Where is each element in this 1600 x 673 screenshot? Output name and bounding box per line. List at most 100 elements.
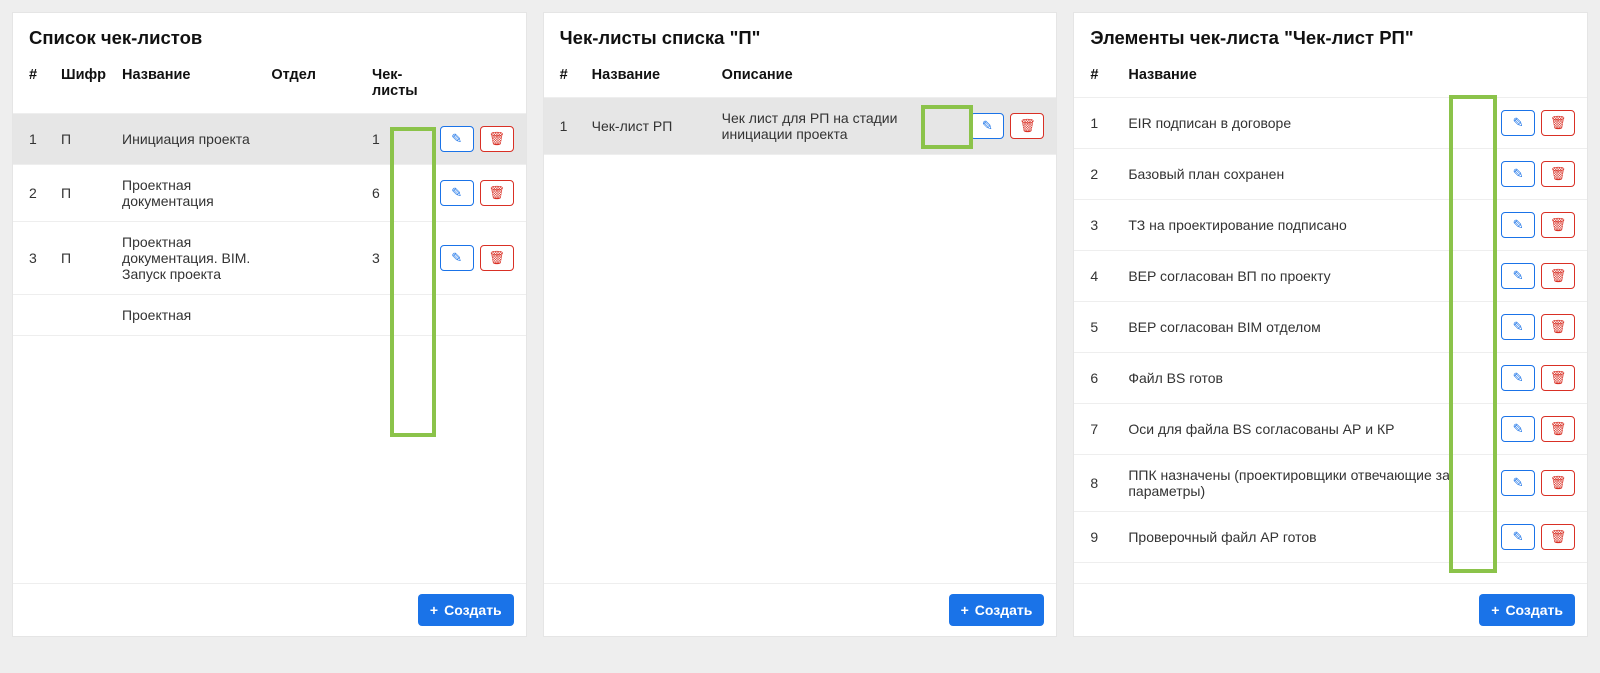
plus-icon: + [961, 602, 969, 618]
panel3-footer: + Создать [1074, 583, 1587, 636]
trash-icon: 🗑 [1019, 118, 1036, 134]
panel2-col-actions [956, 53, 1056, 98]
delete-button[interactable]: 🗑 [1541, 110, 1575, 136]
delete-button[interactable]: 🗑 [1541, 263, 1575, 289]
delete-button[interactable]: 🗑 [1541, 470, 1575, 496]
pencil-icon: ✎ [1513, 421, 1524, 437]
cell-checklists [364, 295, 426, 336]
cell-code: П [53, 114, 114, 165]
panel-checklist-groups: Список чек-листов # Шифр Название Отдел … [12, 12, 527, 637]
pencil-icon: ✎ [1513, 115, 1524, 131]
cell-name: Чек-лист РП [584, 98, 714, 155]
edit-button[interactable]: ✎ [1501, 263, 1535, 289]
panel2-col-num: # [544, 53, 584, 98]
trash-icon: 🗑 [1550, 115, 1567, 131]
edit-button[interactable]: ✎ [1501, 524, 1535, 550]
cell-dept [263, 222, 364, 295]
cell-num: 2 [1074, 149, 1120, 200]
cell-name: Проектная [114, 295, 263, 336]
trash-icon: 🗑 [1550, 319, 1567, 335]
delete-button[interactable]: 🗑 [1541, 524, 1575, 550]
cell-num: 1 [13, 114, 53, 165]
edit-button[interactable]: ✎ [440, 180, 474, 206]
create-button[interactable]: + Создать [1479, 594, 1575, 626]
edit-button[interactable]: ✎ [1501, 110, 1535, 136]
edit-button[interactable]: ✎ [1501, 314, 1535, 340]
table-row[interactable]: 4BEP согласован ВП по проекту✎🗑 [1074, 251, 1587, 302]
delete-button[interactable]: 🗑 [1010, 113, 1044, 139]
cell-dept [263, 114, 364, 165]
panel3-col-actions [1487, 53, 1587, 98]
pencil-icon: ✎ [1513, 475, 1524, 491]
panel1-col-dept: Отдел [263, 53, 364, 114]
table-row[interactable]: 3ППроектная документация. BIM. Запуск пр… [13, 222, 526, 295]
cell-name: ППК назначены (проектировщики отвечающие… [1120, 455, 1487, 512]
delete-button[interactable]: 🗑 [1541, 416, 1575, 442]
three-panel-layout: Список чек-листов # Шифр Название Отдел … [12, 12, 1588, 637]
delete-button[interactable]: 🗑 [1541, 161, 1575, 187]
cell-name: BEP согласован BIM отделом [1120, 302, 1487, 353]
edit-button[interactable]: ✎ [440, 126, 474, 152]
panel1-col-code: Шифр [53, 53, 114, 114]
cell-num: 3 [13, 222, 53, 295]
table-row[interactable]: 3ТЗ на проектирование подписано ✎ 🗑 [1074, 200, 1587, 251]
cell-num: 8 [1074, 455, 1120, 512]
cell-name: Инициация проекта [114, 114, 263, 165]
edit-button[interactable]: ✎ [1501, 470, 1535, 496]
panel1-col-num: # [13, 53, 53, 114]
edit-button[interactable]: ✎ [1501, 365, 1535, 391]
cell-checklists: 1 [364, 114, 426, 165]
create-button[interactable]: + Создать [949, 594, 1045, 626]
trash-icon: 🗑 [1550, 166, 1567, 182]
edit-button[interactable]: ✎ [1501, 212, 1535, 238]
table-row[interactable]: 1ПИнициация проекта1✎🗑 [13, 114, 526, 165]
panel2-scroll[interactable]: # Название Описание 1Чек-лист РПЧек лист… [544, 53, 1057, 583]
table-row[interactable]: 2ППроектная документация6✎🗑 [13, 165, 526, 222]
cell-num: 3 [1074, 200, 1120, 251]
edit-button[interactable]: ✎ [1501, 161, 1535, 187]
delete-button[interactable]: 🗑 [480, 245, 514, 271]
panel2-col-name: Название [584, 53, 714, 98]
table-row[interactable]: 1EIR подписан в договоре✎🗑 [1074, 98, 1587, 149]
table-row[interactable]: 5BEP согласован BIM отделом ✎ 🗑 [1074, 302, 1587, 353]
pencil-icon: ✎ [1513, 217, 1524, 233]
cell-num: 7 [1074, 404, 1120, 455]
cell-name: Базовый план сохранен [1120, 149, 1487, 200]
panel3-col-name: Название [1120, 53, 1487, 98]
trash-icon: 🗑 [1550, 268, 1567, 284]
cell-num: 6 [1074, 353, 1120, 404]
delete-button[interactable]: 🗑 [480, 126, 514, 152]
cell-num: 4 [1074, 251, 1120, 302]
panel2-footer: + Создать [544, 583, 1057, 636]
cell-name: ТЗ на проектирование подписано [1120, 200, 1487, 251]
edit-button[interactable]: ✎ [1501, 416, 1535, 442]
table-row[interactable]: 7Оси для файла BS согласованы АР и КР✎🗑 [1074, 404, 1587, 455]
table-row[interactable]: 2Базовый план сохранен ✎ 🗑 [1074, 149, 1587, 200]
cell-num: 5 [1074, 302, 1120, 353]
delete-button[interactable]: 🗑 [1541, 212, 1575, 238]
panel3-scroll[interactable]: # Название 1EIR подписан в договоре✎🗑2Ба… [1074, 53, 1587, 583]
cell-name: Файл BS готов [1120, 353, 1487, 404]
delete-button[interactable]: 🗑 [1541, 314, 1575, 340]
panel1-col-name: Название [114, 53, 263, 114]
create-button[interactable]: + Создать [418, 594, 514, 626]
table-row[interactable]: 9Проверочный файл АР готов✎🗑 [1074, 512, 1587, 563]
panel1-scroll[interactable]: # Шифр Название Отдел Чек-листы 1ПИнициа… [13, 53, 526, 583]
edit-button[interactable]: ✎ [440, 245, 474, 271]
panel1-col-checklists: Чек-листы [364, 53, 426, 114]
edit-button[interactable]: ✎ [970, 113, 1004, 139]
panel-elements: Элементы чек-листа "Чек-лист РП" # Назва… [1073, 12, 1588, 637]
delete-button[interactable]: 🗑 [480, 180, 514, 206]
cell-checklists: 6 [364, 165, 426, 222]
panel1-title: Список чек-листов [13, 13, 526, 53]
table-row[interactable]: 1Чек-лист РПЧек лист для РП на стадии ин… [544, 98, 1057, 155]
create-label: Создать [444, 602, 502, 618]
panel3-col-num: # [1074, 53, 1120, 98]
delete-button[interactable]: 🗑 [1541, 365, 1575, 391]
pencil-icon: ✎ [451, 131, 462, 147]
table-row[interactable]: 6Файл BS готов ✎🗑 [1074, 353, 1587, 404]
trash-icon: 🗑 [1550, 421, 1567, 437]
table-row[interactable]: Проектная [13, 295, 526, 336]
table-row[interactable]: 8ППК назначены (проектировщики отвечающи… [1074, 455, 1587, 512]
create-label: Создать [1505, 602, 1563, 618]
